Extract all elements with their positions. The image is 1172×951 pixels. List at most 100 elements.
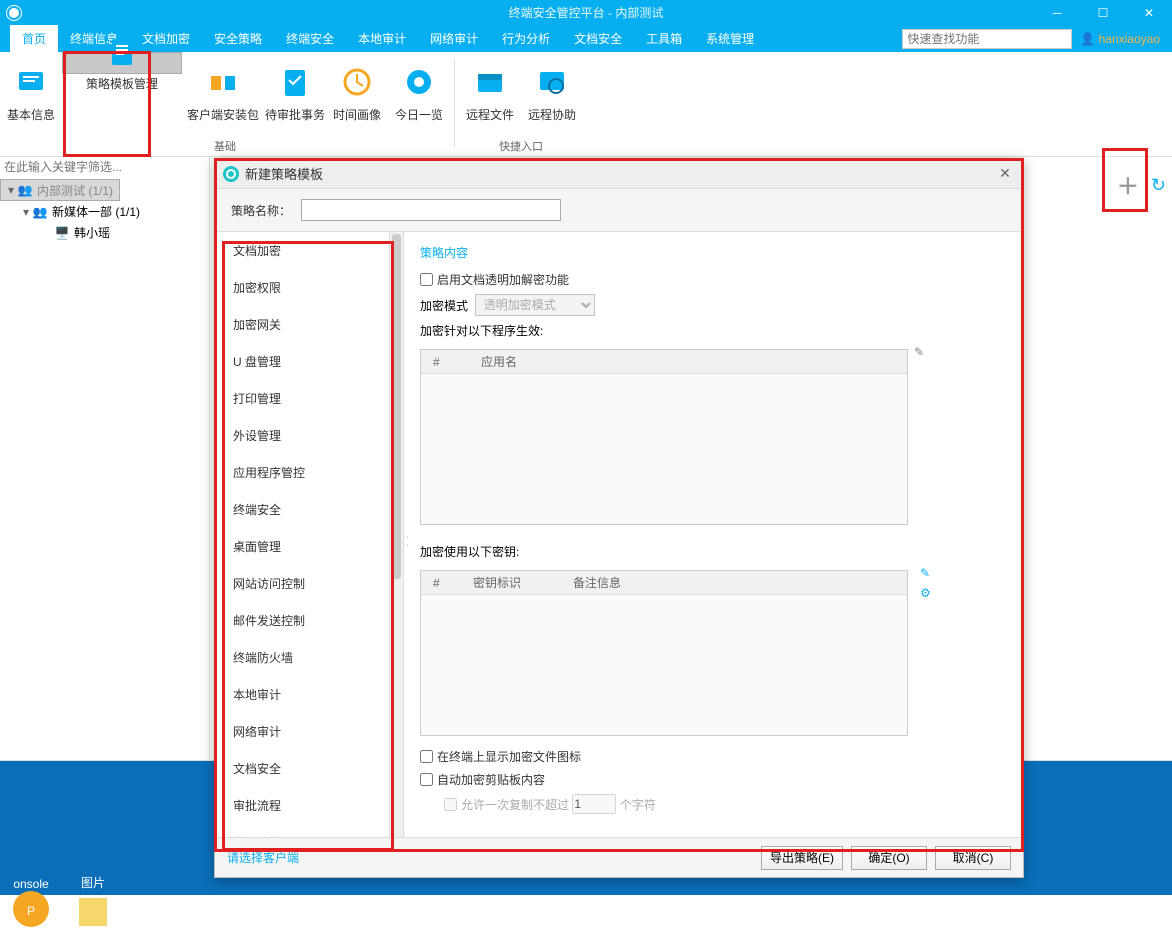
toolbar-group2-label: 快捷入口 — [459, 136, 583, 156]
search-input[interactable] — [902, 29, 1072, 49]
minimize-button[interactable]: ─ — [1034, 0, 1080, 25]
dialog-footer: 请选择客户端 导出策略(E) 确定(O) 取消(C) — [215, 837, 1023, 877]
new-policy-dialog: 新建策略模板 ✕ 策略名称： 文档加密 加密权限 加密网关 U 盘管理 打印管理… — [214, 158, 1024, 878]
side-extra[interactable]: 附属功能 — [215, 824, 389, 837]
side-print[interactable]: 打印管理 — [215, 380, 389, 417]
org-icon: 👥 — [17, 182, 33, 198]
effective-label: 加密针对以下程序生效: — [420, 322, 543, 339]
app-edit-icon[interactable]: ✎ — [914, 345, 924, 359]
tb-remote-assist[interactable]: 远程协助 — [521, 52, 583, 136]
key-col-num: # — [421, 576, 461, 590]
side-app-control[interactable]: 应用程序管控 — [215, 454, 389, 491]
footer-hint[interactable]: 请选择客户端 — [227, 849, 299, 866]
menu-tab-behavior[interactable]: 行为分析 — [490, 25, 562, 52]
menu-tab-doc-security[interactable]: 文档安全 — [562, 25, 634, 52]
desktop-icon-console[interactable]: onsole — [0, 831, 62, 891]
tb-pending[interactable]: 待审批事务 — [264, 52, 326, 136]
side-doc-sec[interactable]: 文档安全 — [215, 750, 389, 787]
tb-remote-file[interactable]: 远程文件 — [459, 52, 521, 136]
tree-node-root[interactable]: ▾👥内部测试 (1/1) — [0, 179, 120, 201]
tree-filter-input[interactable] — [0, 157, 209, 177]
tb-today[interactable]: 今日一览 — [388, 52, 450, 136]
key-settings-icon[interactable]: ⚙ — [920, 586, 931, 600]
org-tree: ▾👥内部测试 (1/1) ▾👥新媒体一部 (1/1) 🖥️韩小瑶 — [0, 177, 209, 245]
menubar: 首页 终端信息 文档加密 安全策略 终端安全 本地审计 网络审计 行为分析 文档… — [0, 25, 1172, 52]
refresh-button[interactable]: ↻ — [1151, 175, 1166, 196]
app-logo-icon — [6, 5, 22, 21]
menu-tab-sysadmin[interactable]: 系统管理 — [694, 25, 766, 52]
toolbar: 基本信息 策略模板管理 客户端安装包 待审批事务 时间画像 今日一览 基础 远程… — [0, 52, 1172, 157]
desktop-icon-restore[interactable]: P一键还原 — [0, 888, 62, 951]
side-doc-encrypt[interactable]: 文档加密 — [215, 232, 389, 269]
copy-limit-input — [572, 794, 616, 814]
tb-policy-template[interactable]: 策略模板管理 — [62, 52, 182, 74]
side-approval[interactable]: 审批流程 — [215, 787, 389, 824]
side-terminal-sec[interactable]: 终端安全 — [215, 491, 389, 528]
maximize-button[interactable]: ☐ — [1080, 0, 1126, 25]
tb-client-pkg[interactable]: 客户端安装包 — [182, 52, 264, 136]
menu-tab-network-audit[interactable]: 网络审计 — [418, 25, 490, 52]
export-button[interactable]: 导出策略(E) — [761, 846, 843, 870]
enable-encrypt-checkbox[interactable] — [420, 273, 433, 286]
enable-encrypt-label: 启用文档透明加解密功能 — [437, 271, 569, 288]
add-button[interactable]: ＋ — [1113, 170, 1143, 200]
menu-tab-terminal-security[interactable]: 终端安全 — [274, 25, 346, 52]
desktop-icon-pictures[interactable]: 图片 — [62, 828, 124, 891]
show-icon-checkbox[interactable] — [420, 750, 433, 763]
side-local-audit[interactable]: 本地审计 — [215, 676, 389, 713]
auto-clip-checkbox[interactable] — [420, 773, 433, 786]
side-web-access[interactable]: 网站访问控制 — [215, 565, 389, 602]
app-col-name: 应用名 — [469, 353, 529, 370]
window-title: 终端安全管控平台 - 内部测试 — [509, 4, 664, 21]
menu-tab-home[interactable]: 首页 — [10, 25, 58, 52]
dialog-title: 新建策略模板 — [245, 164, 995, 183]
side-usb[interactable]: U 盘管理 — [215, 343, 389, 380]
show-icon-label: 在终端上显示加密文件图标 — [437, 748, 581, 765]
side-firewall[interactable]: 终端防火墙 — [215, 639, 389, 676]
tb-basic-info[interactable]: 基本信息 — [0, 52, 62, 136]
menu-tab-toolbox[interactable]: 工具箱 — [634, 25, 694, 52]
side-peripheral[interactable]: 外设管理 — [215, 417, 389, 454]
policy-name-label: 策略名称： — [231, 202, 291, 219]
tb-time-profile[interactable]: 时间画像 — [326, 52, 388, 136]
dialog-close-button[interactable]: ✕ — [995, 165, 1015, 182]
policy-name-row: 策略名称： — [215, 189, 1023, 231]
splitter-grip[interactable]: ⋮⋮ — [404, 532, 409, 548]
copy-limit-checkbox — [444, 798, 457, 811]
key-col-remark: 备注信息 — [561, 574, 633, 591]
key-col-id: 密钥标识 — [461, 574, 561, 591]
mode-select[interactable]: 透明加密模式 — [475, 294, 595, 316]
policy-name-input[interactable] — [301, 199, 561, 221]
cancel-button[interactable]: 取消(C) — [935, 846, 1011, 870]
menu-tab-security-policy[interactable]: 安全策略 — [202, 25, 274, 52]
menu-tab-local-audit[interactable]: 本地审计 — [346, 25, 418, 52]
svg-text:P: P — [27, 904, 35, 918]
side-desktop[interactable]: 桌面管理 — [215, 528, 389, 565]
user-label[interactable]: 👤 hanxiaoyao — [1080, 32, 1172, 46]
left-pane: ▾👥内部测试 (1/1) ▾👥新媒体一部 (1/1) 🖥️韩小瑶 — [0, 157, 210, 760]
sidebar-scrollbar[interactable] — [390, 232, 404, 837]
ok-button[interactable]: 确定(O) — [851, 846, 927, 870]
desktop-icon-cc[interactable]: cc — [62, 891, 124, 951]
key-label: 加密使用以下密钥: — [420, 543, 519, 560]
side-enc-perm[interactable]: 加密权限 — [215, 269, 389, 306]
key-edit-icon[interactable]: ✎ — [920, 566, 931, 580]
tree-node-user[interactable]: 🖥️韩小瑶 — [0, 222, 209, 243]
user-name: hanxiaoyao — [1099, 32, 1160, 46]
side-mail[interactable]: 邮件发送控制 — [215, 602, 389, 639]
dialog-content: ⋮⋮ 策略内容 启用文档透明加解密功能 加密模式 透明加密模式 加密针对以下程序… — [404, 232, 1023, 837]
copy-limit-pre: 允许一次复制不超过 — [461, 796, 569, 813]
close-button[interactable]: ✕ — [1126, 0, 1172, 25]
menu-tab-doc-encrypt[interactable]: 文档加密 — [130, 25, 202, 52]
side-enc-gateway[interactable]: 加密网关 — [215, 306, 389, 343]
key-table: #密钥标识备注信息 — [420, 570, 908, 736]
toolbar-group1-label: 基础 — [0, 136, 450, 156]
side-net-audit[interactable]: 网络审计 — [215, 713, 389, 750]
mode-label: 加密模式 — [420, 297, 468, 314]
user-icon: 🖥️ — [54, 225, 70, 241]
app-col-num: # — [421, 355, 469, 369]
tree-node-dept[interactable]: ▾👥新媒体一部 (1/1) — [0, 201, 209, 222]
app-table: #应用名 — [420, 349, 908, 525]
org-icon: 👥 — [32, 204, 48, 220]
dialog-icon — [223, 166, 239, 182]
